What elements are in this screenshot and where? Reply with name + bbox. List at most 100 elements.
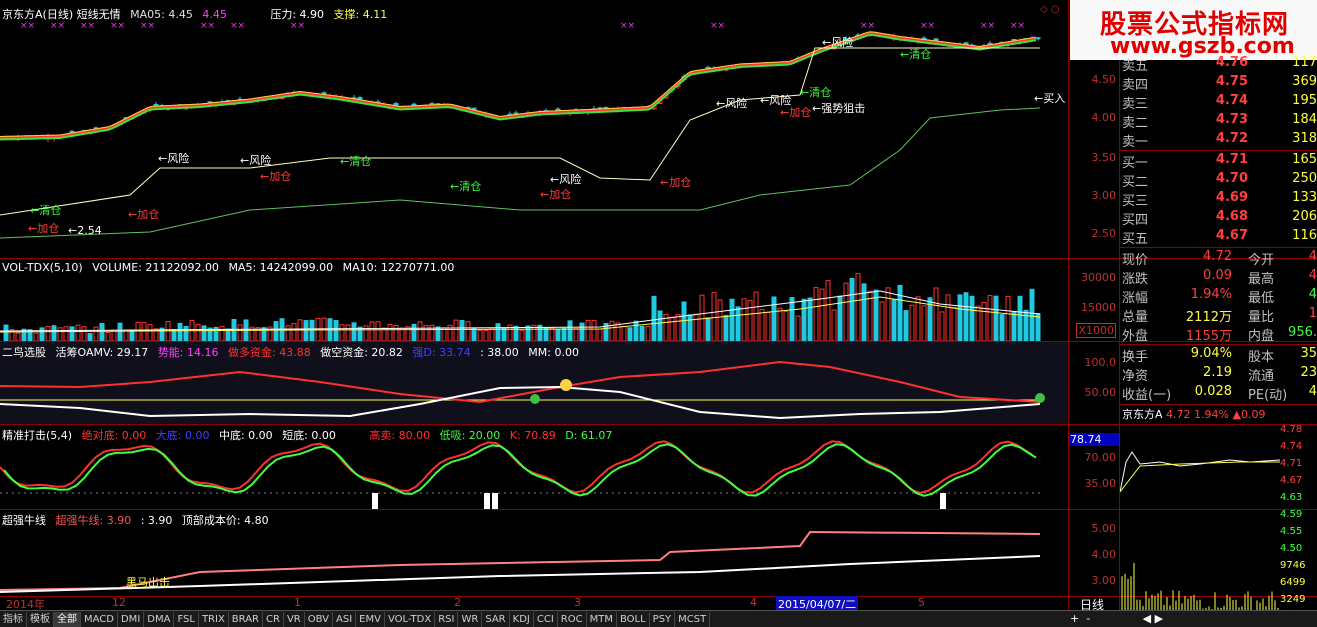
mini-axis-label: 4.59	[1280, 509, 1302, 520]
chart-annotation: ←清仓	[30, 203, 61, 217]
tab-scroll-buttons[interactable]: + - ◀ ▶	[1070, 612, 1163, 625]
volume-bar	[771, 296, 777, 341]
tab-sar[interactable]: SAR	[482, 612, 510, 627]
mini-intraday-chart: 4.78 4.74 4.71 4.67 4.63 4.59 4.55 4.50 9746 6499…	[1120, 424, 1305, 610]
volume-bar	[573, 328, 579, 341]
signal-marker: ××	[200, 21, 215, 31]
watermark-logo: 股票公式指标网 www.gszb.com	[1070, 0, 1317, 60]
volume-bar	[801, 298, 807, 341]
tab-cr[interactable]: CR	[263, 612, 284, 627]
volume-bar	[117, 322, 123, 341]
tab-boll[interactable]: BOLL	[617, 612, 650, 627]
volume-bar	[555, 328, 561, 341]
tab-fsl[interactable]: FSL	[174, 612, 199, 627]
tab-asi[interactable]: ASI	[333, 612, 357, 627]
tab-vol-tdx[interactable]: VOL-TDX	[385, 612, 436, 627]
tab-indicator[interactable]: 指标	[0, 612, 27, 627]
volume-axis: 30000 15000 X1000	[1068, 259, 1120, 341]
volume-bar	[549, 327, 555, 341]
volume-bar	[651, 295, 657, 341]
volume-bar	[915, 296, 921, 341]
volume-bar	[93, 326, 99, 341]
mini-axis-label: 6499	[1280, 577, 1305, 588]
mini-change: ▲0.09	[1232, 408, 1266, 421]
date-label: 1	[294, 596, 301, 609]
signal-marker: ××	[290, 21, 305, 31]
volume-bar	[417, 321, 423, 341]
jingzhun-panel[interactable]: 精准打击(5,4) 绝对底: 0.00 大底: 0.00 中底: 0.00 短底…	[0, 425, 1068, 509]
sell-row: 卖三 4.74 195	[1122, 93, 1317, 112]
volume-bar	[141, 321, 147, 341]
chart-annotation: ←清仓	[340, 154, 371, 168]
tab-template[interactable]: 模板	[27, 612, 54, 627]
chart-annotation: ←加仓	[660, 175, 691, 189]
tab-cci[interactable]: CCI	[534, 612, 558, 627]
chart-annotation: ←清仓	[800, 85, 831, 99]
tab-mtm[interactable]: MTM	[587, 612, 617, 627]
tab-obv[interactable]: OBV	[305, 612, 333, 627]
tab-emv[interactable]: EMV	[356, 612, 385, 627]
volume-bar	[357, 326, 363, 341]
buy-row: 买二 4.70 250	[1122, 171, 1317, 190]
volume-bar	[465, 321, 471, 341]
signal-marker: ××	[710, 21, 725, 31]
chaoqiang-tick: 5.00	[1091, 522, 1117, 535]
volume-bar	[177, 322, 183, 341]
tab-dmi[interactable]: DMI	[118, 612, 145, 627]
tab-wr[interactable]: WR	[458, 612, 483, 627]
volume-tick: 15000	[1081, 301, 1116, 314]
volume-bar	[105, 332, 111, 341]
volume-bar	[921, 305, 927, 341]
tab-dma[interactable]: DMA	[144, 612, 175, 627]
volume-bar	[675, 314, 681, 341]
price-panel[interactable]: 京东方A(日线) 短线无情 MA05: 4.45 4.45 压力: 4.90 支…	[0, 0, 1068, 258]
sell-row: 卖二 4.73 184	[1122, 112, 1317, 131]
tab-all[interactable]: 全部	[54, 612, 81, 627]
volume-bar	[201, 325, 207, 341]
tab-roc[interactable]: ROC	[558, 612, 587, 627]
volume-bar	[609, 320, 615, 341]
volume-bar	[951, 306, 957, 341]
tab-kdj[interactable]: KDJ	[510, 612, 534, 627]
erniao-panel[interactable]: 二鸟选股 活筹OAMV: 29.17 势能: 14.16 做多资金: 43.88…	[0, 342, 1068, 424]
tab-trix[interactable]: TRIX	[199, 612, 229, 627]
volume-bar	[51, 325, 57, 341]
volume-bar	[693, 313, 699, 341]
tab-psy[interactable]: PSY	[650, 612, 676, 627]
chaoqiang-panel[interactable]: 超强牛线 超强牛线: 3.90 : 3.90 顶部成本价: 4.80 黑马出击	[0, 510, 1068, 596]
volume-bar	[759, 308, 765, 341]
volume-bar	[765, 312, 771, 341]
volume-bar	[525, 325, 531, 341]
volume-bar	[963, 292, 969, 341]
volume-bar	[411, 323, 417, 341]
volume-chart	[0, 273, 1041, 341]
volume-bar	[579, 322, 585, 341]
volume-bar	[999, 314, 1005, 341]
volume-panel[interactable]: VOL-TDX(5,10) VOLUME: 21122092.00 MA5: 1…	[0, 259, 1068, 341]
volume-bar	[813, 287, 819, 341]
bottom-signal-bar	[372, 493, 378, 509]
volume-bar	[501, 327, 507, 341]
mini-pct: 1.94%	[1194, 408, 1229, 421]
signal-marker: ××	[920, 21, 935, 31]
sell-row: 卖一 4.72 318	[1122, 131, 1317, 150]
volume-bar	[645, 326, 651, 341]
corner-icons[interactable]: ◇ ○	[1040, 4, 1060, 15]
chaoqiang-tick: 3.00	[1091, 574, 1117, 587]
volume-bar	[369, 321, 375, 341]
tab-rsi[interactable]: RSI	[435, 612, 459, 627]
volume-bar	[957, 294, 963, 341]
volume-bar	[753, 291, 759, 341]
mini-price-line	[1120, 451, 1281, 493]
chart-annotation: ←加仓	[260, 169, 291, 183]
tab-mcst[interactable]: MCST	[675, 612, 711, 627]
mini-axis-label: 4.74	[1280, 441, 1302, 452]
ma-line-red	[0, 31, 1037, 139]
tab-macd[interactable]: MACD	[81, 612, 118, 627]
volume-bar	[387, 323, 393, 341]
stat-row: 换手 9.04% 股本 35	[1122, 346, 1317, 365]
tab-brar[interactable]: BRAR	[229, 612, 263, 627]
tab-vr[interactable]: VR	[284, 612, 305, 627]
signal-marker: ××	[110, 21, 125, 31]
volume-bar	[789, 297, 795, 341]
